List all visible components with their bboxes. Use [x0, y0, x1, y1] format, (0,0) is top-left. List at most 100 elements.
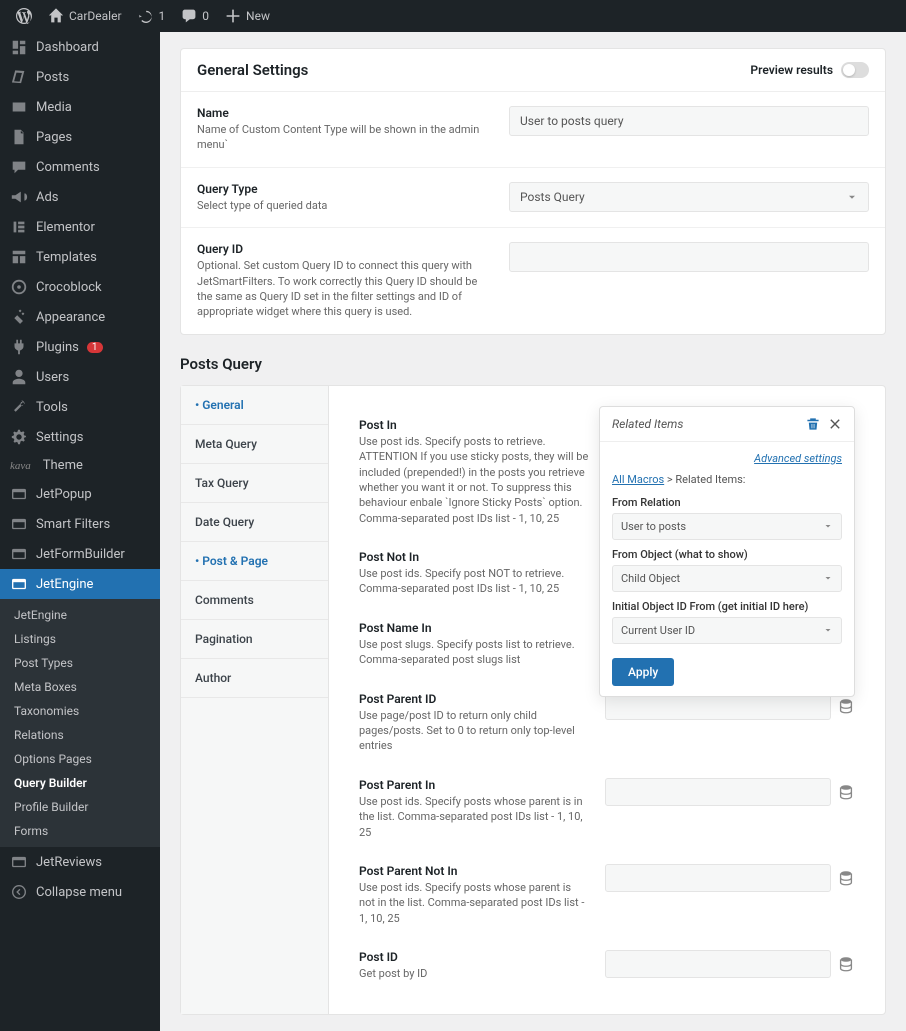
comments-count[interactable]: 0 [173, 0, 217, 32]
sidebar-sub-item[interactable]: Taxonomies [0, 699, 160, 723]
sidebar-sub-item[interactable]: Forms [0, 819, 160, 843]
apply-button[interactable]: Apply [612, 658, 674, 686]
sidebar-item-elementor[interactable]: Elementor [0, 212, 160, 242]
sidebar-item-label: Settings [36, 430, 83, 445]
database-icon[interactable] [837, 697, 855, 715]
sidebar-sub-item[interactable]: Relations [0, 723, 160, 747]
sidebar-item-tools[interactable]: Tools [0, 392, 160, 422]
jetreviews-icon [10, 853, 28, 871]
trash-icon[interactable] [806, 417, 820, 431]
sidebar-item-collapse[interactable]: Collapse menu [0, 877, 160, 907]
sidebar-item-label: Tools [36, 400, 68, 415]
close-icon[interactable] [828, 417, 842, 431]
sidebar-item-appearance[interactable]: Appearance [0, 302, 160, 332]
sidebar-sub-item[interactable]: Options Pages [0, 747, 160, 771]
new-content[interactable]: New [217, 0, 278, 32]
breadcrumb-root[interactable]: All Macros [612, 473, 664, 486]
preview-toggle[interactable] [841, 62, 869, 78]
popover-field-label: Initial Object ID From (get initial ID h… [612, 600, 842, 613]
kava-badge: kava [10, 460, 31, 472]
sidebar-item-label: Appearance [36, 310, 105, 325]
preview-label: Preview results [750, 63, 833, 77]
site-name[interactable]: CarDealer [40, 0, 130, 32]
jetengine-icon [10, 575, 28, 593]
pq-tab[interactable]: Author [181, 659, 328, 698]
sidebar-item-jetformbuilder[interactable]: JetFormBuilder [0, 539, 160, 569]
sidebar-item-label: Users [36, 370, 69, 385]
wp-logo[interactable] [8, 0, 40, 32]
popover-title: Related Items [612, 417, 683, 431]
sidebar-item-dashboard[interactable]: Dashboard [0, 32, 160, 62]
sidebar-item-label: Ads [36, 190, 59, 205]
sidebar-item-users[interactable]: Users [0, 362, 160, 392]
query-type-select[interactable]: Posts Query [509, 182, 869, 212]
sidebar-item-media[interactable]: Media [0, 92, 160, 122]
templates-icon [10, 248, 28, 266]
chevron-down-icon [823, 625, 833, 635]
pq-tab[interactable]: Comments [181, 581, 328, 620]
sidebar-item-theme[interactable]: kava Theme [0, 452, 160, 479]
content-area: General Settings Preview results NameNam… [160, 32, 906, 1031]
advanced-settings-link[interactable]: Advanced settings [612, 452, 842, 465]
pq-tab[interactable]: Post & Page [181, 542, 328, 581]
sidebar-item-ads[interactable]: Ads [0, 182, 160, 212]
plugins-icon [10, 338, 28, 356]
sidebar-sub-item[interactable]: Listings [0, 627, 160, 651]
sidebar-item-label: Media [36, 100, 72, 115]
macro-breadcrumb: All Macros > Related Items: [612, 473, 842, 486]
popover-select[interactable]: Current User ID [612, 617, 842, 644]
field-input[interactable] [605, 950, 831, 978]
sidebar-item-templates[interactable]: Templates [0, 242, 160, 272]
pq-tab[interactable]: General [181, 386, 328, 425]
sidebar-item-posts[interactable]: Posts [0, 62, 160, 92]
setting-desc: Optional. Set custom Query ID to connect… [197, 258, 489, 320]
sidebar-sub-item[interactable]: Query Builder [0, 771, 160, 795]
field-input[interactable] [605, 778, 831, 806]
comments-icon [10, 158, 28, 176]
sidebar-sub-item[interactable]: Post Types [0, 651, 160, 675]
sidebar-item-settings[interactable]: Settings [0, 422, 160, 452]
popover-select[interactable]: User to posts [612, 513, 842, 540]
setting-row: NameName of Custom Content Type will be … [181, 92, 885, 168]
sidebar-item-jetreviews[interactable]: JetReviews [0, 847, 160, 877]
pq-tab[interactable]: Date Query [181, 503, 328, 542]
sidebar-sub-item[interactable]: Meta Boxes [0, 675, 160, 699]
setting-input[interactable] [509, 242, 869, 272]
sidebar-submenu: JetEngineListingsPost TypesMeta BoxesTax… [0, 599, 160, 847]
smartfilters-icon [10, 515, 28, 533]
popover-field-label: From Relation [612, 496, 842, 509]
updates-icon [138, 8, 154, 24]
sidebar-item-smartfilters[interactable]: Smart Filters [0, 509, 160, 539]
sidebar-item-jetengine[interactable]: JetEngine [0, 569, 160, 599]
general-settings-title: General Settings [197, 61, 308, 79]
collapse-icon [10, 883, 28, 901]
setting-input[interactable] [509, 106, 869, 136]
admin-topbar: CarDealer 1 0 New [0, 0, 906, 32]
sidebar-item-label: Elementor [36, 220, 95, 235]
pq-tab[interactable]: Tax Query [181, 464, 328, 503]
field-desc: Use post ids. Specify posts whose parent… [359, 880, 589, 926]
database-icon[interactable] [837, 955, 855, 973]
sidebar-item-plugins[interactable]: Plugins1 [0, 332, 160, 362]
database-icon[interactable] [837, 783, 855, 801]
sidebar-item-comments[interactable]: Comments [0, 152, 160, 182]
field-name: Post Parent In [359, 778, 589, 792]
sidebar-item-label: Theme [43, 458, 83, 473]
dashboard-icon [10, 38, 28, 56]
sidebar-item-crocoblock[interactable]: Crocoblock [0, 272, 160, 302]
jetformbuilder-icon [10, 545, 28, 563]
database-icon[interactable] [837, 869, 855, 887]
macro-popover: Related Items Advanced settings All Macr… [599, 406, 855, 697]
chevron-down-icon [823, 521, 833, 531]
sidebar-item-jetpopup[interactable]: JetPopup [0, 479, 160, 509]
sidebar-item-label: JetReviews [36, 855, 102, 870]
popover-select[interactable]: Child Object [612, 565, 842, 592]
pq-tab[interactable]: Pagination [181, 620, 328, 659]
popover-field-label: From Object (what to show) [612, 548, 842, 561]
updates-count[interactable]: 1 [130, 0, 174, 32]
pq-tab[interactable]: Meta Query [181, 425, 328, 464]
sidebar-item-pages[interactable]: Pages [0, 122, 160, 152]
field-input[interactable] [605, 864, 831, 892]
sidebar-sub-item[interactable]: JetEngine [0, 603, 160, 627]
sidebar-sub-item[interactable]: Profile Builder [0, 795, 160, 819]
